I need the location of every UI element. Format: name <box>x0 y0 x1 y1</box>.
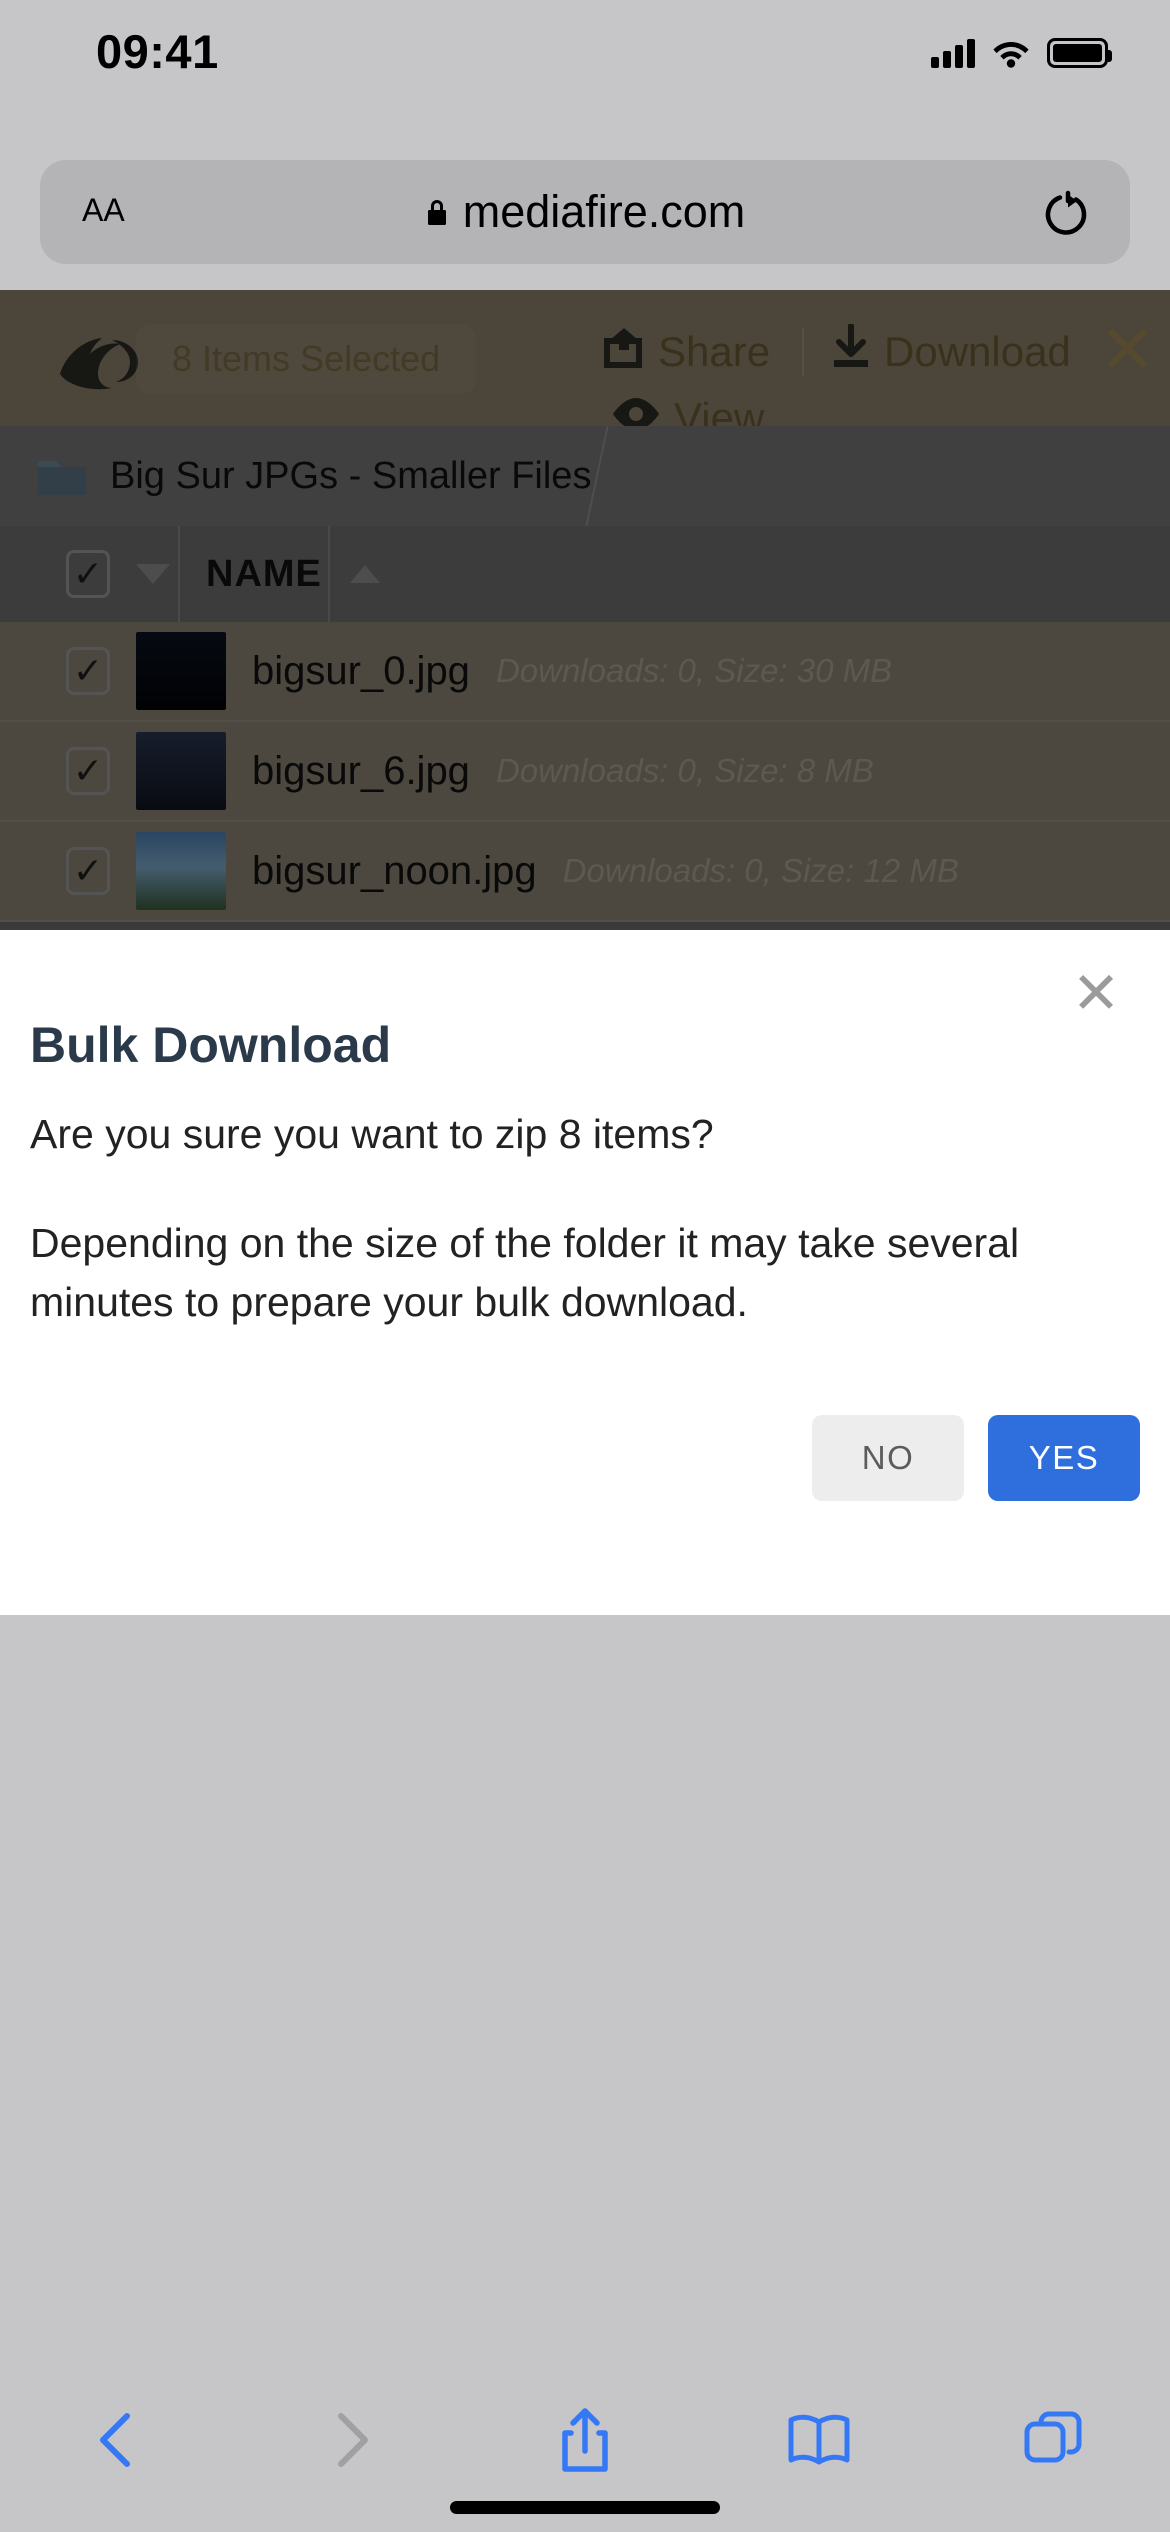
close-icon[interactable]: ✕ <box>1070 965 1122 1023</box>
yes-button[interactable]: YES <box>988 1415 1140 1501</box>
share-button[interactable]: Share <box>600 324 770 380</box>
address-bar-content[interactable]: mediafire.com <box>40 160 1130 264</box>
bulk-download-dialog: ✕ Bulk Download Are you sure you want to… <box>0 930 1170 1615</box>
select-all-cell[interactable]: ✓ <box>0 526 180 622</box>
file-list: ✓ bigsur_0.jpg Downloads: 0, Size: 30 MB… <box>0 622 1170 922</box>
battery-icon <box>1047 38 1112 68</box>
breadcrumb-label: Big Sur JPGs - Smaller Files <box>110 454 592 497</box>
dialog-title: Bulk Download <box>30 1017 392 1073</box>
reload-icon[interactable] <box>1042 186 1094 238</box>
selection-count-badge: 8 Items Selected <box>136 324 477 394</box>
folder-icon <box>36 455 88 497</box>
bookmarks-button[interactable] <box>702 2412 936 2468</box>
file-name: bigsur_0.jpg <box>252 648 470 693</box>
tabs-button[interactable] <box>936 2410 1170 2470</box>
file-thumbnail <box>136 732 226 810</box>
address-bar[interactable]: AA mediafire.com <box>40 160 1130 264</box>
table-row[interactable]: ✓ bigsur_0.jpg Downloads: 0, Size: 30 MB <box>0 622 1170 722</box>
table-row[interactable]: ✓ bigsur_noon.jpg Downloads: 0, Size: 12… <box>0 822 1170 922</box>
chevron-right-icon <box>338 2413 368 2467</box>
dialog-description: Depending on the size of the folder it m… <box>30 1220 1020 1326</box>
download-button[interactable]: Download <box>830 323 1071 380</box>
no-button[interactable]: NO <box>812 1415 964 1501</box>
dialog-actions: NO YES <box>812 1415 1140 1501</box>
download-arrow-icon <box>830 323 872 380</box>
name-column-header[interactable]: NAME <box>180 526 380 622</box>
chevron-left-icon <box>100 2413 130 2467</box>
chevron-down-icon[interactable] <box>136 564 170 584</box>
home-indicator <box>450 2501 720 2514</box>
table-header: ✓ NAME <box>0 526 1170 622</box>
lock-icon <box>425 197 449 227</box>
breadcrumb[interactable]: Big Sur JPGs - Smaller Files <box>0 426 1170 526</box>
dialog-question: Are you sure you want to zip 8 items? <box>30 1111 714 1157</box>
status-bar-indicators <box>931 28 1112 68</box>
file-meta: Downloads: 0, Size: 12 MB <box>562 852 959 889</box>
tabs-icon <box>1024 2411 1082 2463</box>
mediafire-selection-toolbar: 8 Items Selected Share Download View ✕ <box>0 290 1170 441</box>
file-meta: Downloads: 0, Size: 30 MB <box>495 652 893 689</box>
table-row[interactable]: ✓ bigsur_6.jpg Downloads: 0, Size: 8 MB <box>0 722 1170 822</box>
close-selection-button[interactable]: ✕ <box>1099 316 1156 384</box>
file-thumbnail <box>136 632 226 710</box>
sort-ascending-icon[interactable] <box>349 565 380 583</box>
share-export-icon <box>600 324 646 380</box>
back-button[interactable] <box>0 2410 234 2470</box>
browser-toolbar-icons <box>0 2392 1170 2488</box>
url-text: mediafire.com <box>462 186 746 237</box>
share-button-label: Share <box>658 328 771 375</box>
forward-button[interactable] <box>234 2410 468 2470</box>
browser-bottom-toolbar <box>0 2374 1170 2532</box>
name-column-label: NAME <box>206 552 322 595</box>
file-name: bigsur_noon.jpg <box>252 848 537 893</box>
file-thumbnail <box>136 832 226 910</box>
status-bar: 09:41 <box>0 0 1170 96</box>
select-all-checkbox[interactable]: ✓ <box>66 550 110 598</box>
status-bar-time: 09:41 <box>96 25 219 78</box>
share-button[interactable] <box>468 2405 702 2475</box>
browser-chrome-top: AA mediafire.com <box>0 96 1170 290</box>
row-checkbox[interactable]: ✓ <box>66 847 110 895</box>
file-name: bigsur_6.jpg <box>252 748 470 793</box>
toolbar-divider <box>802 328 804 376</box>
cellular-signal-icon <box>931 38 975 68</box>
file-meta: Downloads: 0, Size: 8 MB <box>495 752 874 789</box>
download-button-label: Download <box>884 328 1071 375</box>
book-icon <box>788 2414 850 2465</box>
share-icon <box>562 2408 608 2472</box>
row-checkbox[interactable]: ✓ <box>66 647 110 695</box>
row-checkbox[interactable]: ✓ <box>66 747 110 795</box>
wifi-icon <box>992 38 1030 68</box>
